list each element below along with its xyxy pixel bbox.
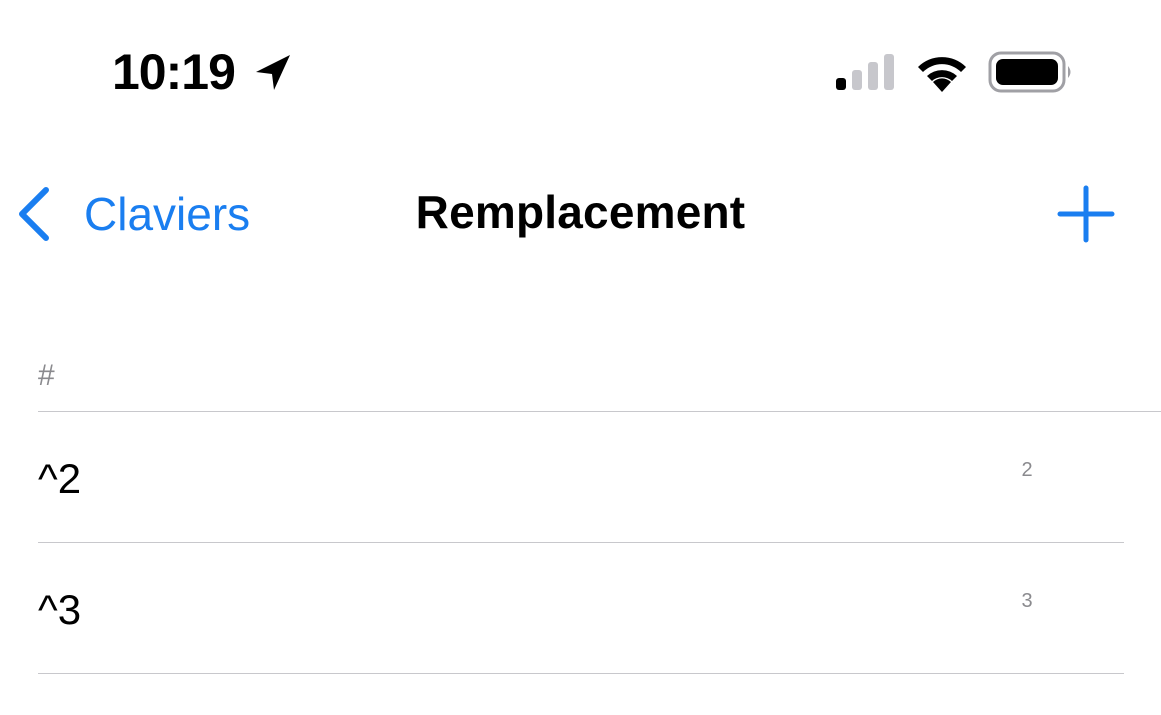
chevron-left-icon <box>19 187 49 241</box>
status-bar: 10:19 <box>0 0 1161 140</box>
battery-icon <box>988 51 1071 93</box>
row-shortcut: 2 <box>1021 459 1033 481</box>
text-replacement-row[interactable]: ^2 2 <box>0 412 1161 543</box>
row-phrase: ^3 <box>38 586 82 633</box>
back-button[interactable]: Claviers <box>14 182 250 246</box>
plus-icon <box>1057 185 1115 243</box>
location-arrow-icon <box>256 55 290 90</box>
navigation-bar: Remplacement Claviers <box>0 160 1161 270</box>
cellular-signal-icon <box>836 54 894 90</box>
add-button[interactable] <box>1056 184 1116 244</box>
back-button-label: Claviers <box>84 188 251 240</box>
row-divider <box>38 673 1124 674</box>
section-header: # <box>38 359 55 392</box>
wifi-icon <box>918 57 966 92</box>
row-shortcut: 3 <box>1021 590 1033 612</box>
status-time: 10:19 <box>112 44 236 100</box>
text-replacement-row[interactable]: ^3 3 <box>0 543 1161 674</box>
row-phrase: ^2 <box>38 455 82 502</box>
